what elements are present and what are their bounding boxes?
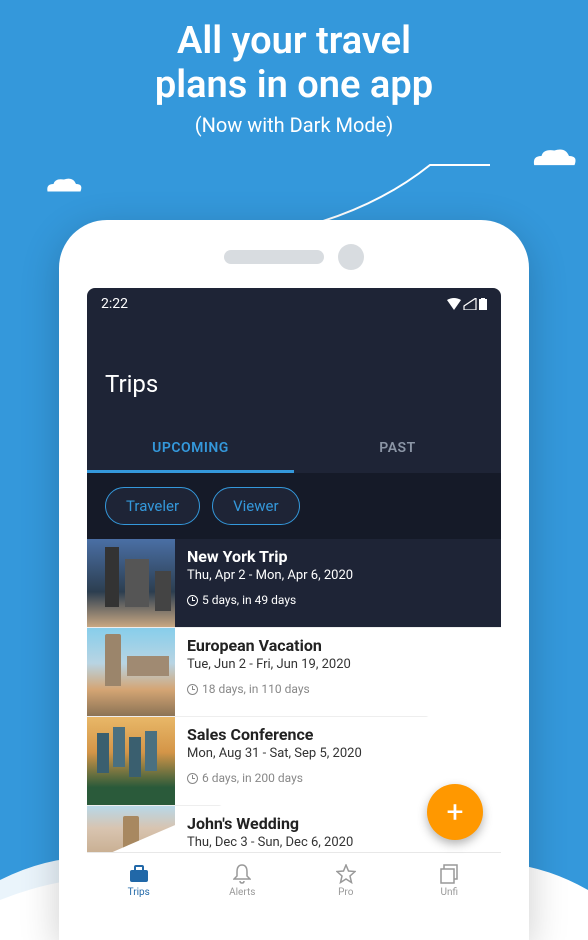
add-trip-fab[interactable]: +	[427, 784, 483, 840]
nav-pro[interactable]: Pro	[294, 853, 398, 908]
trip-thumbnail	[87, 628, 175, 716]
clock-icon	[187, 773, 198, 784]
trip-dates: Mon, Aug 31 - Sat, Sep 5, 2020	[187, 746, 489, 761]
briefcase-icon	[128, 863, 150, 885]
clock-icon	[187, 684, 198, 695]
trip-meta: 6 days, in 200 days	[187, 771, 489, 785]
phone-frame: 2:22 Trips UPCOMING PAST Traveler Viewer	[59, 220, 529, 940]
signal-icon	[463, 298, 477, 310]
bell-icon	[231, 863, 253, 885]
tab-upcoming[interactable]: UPCOMING	[87, 426, 294, 473]
hero-title: All your travel plans in one app	[0, 20, 588, 107]
nav-unfiled[interactable]: Unfi	[398, 853, 502, 908]
wifi-icon	[447, 298, 461, 310]
chip-viewer[interactable]: Viewer	[212, 487, 299, 525]
stack-icon	[438, 863, 460, 885]
cloud-decor	[40, 175, 85, 198]
cloud-decor	[525, 145, 580, 173]
trip-thumbnail	[87, 539, 175, 627]
hero: All your travel plans in one app (Now wi…	[0, 0, 588, 137]
speaker	[224, 250, 324, 264]
trip-thumbnail	[87, 717, 175, 805]
bottom-nav: Trips Alerts Pro Unfi	[87, 852, 501, 908]
phone-hardware	[59, 220, 529, 288]
star-icon	[335, 863, 357, 885]
trip-dates: Tue, Jun 2 - Fri, Jun 19, 2020	[187, 657, 489, 672]
trip-title: Sales Conference	[187, 725, 489, 744]
filter-chips: Traveler Viewer	[87, 473, 501, 539]
nav-label: Unfi	[440, 887, 458, 898]
trip-item[interactable]: European Vacation Tue, Jun 2 - Fri, Jun …	[87, 628, 501, 717]
nav-label: Pro	[338, 887, 353, 898]
tab-past[interactable]: PAST	[294, 426, 501, 473]
dark-header: 2:22 Trips UPCOMING PAST Traveler Viewer	[87, 288, 501, 539]
status-time: 2:22	[101, 296, 128, 312]
camera	[338, 244, 364, 270]
clock-icon	[187, 595, 198, 606]
trip-dates: Thu, Apr 2 - Mon, Apr 6, 2020	[187, 568, 489, 583]
status-bar: 2:22	[87, 288, 501, 320]
nav-label: Alerts	[229, 887, 255, 898]
nav-label: Trips	[128, 887, 150, 898]
nav-alerts[interactable]: Alerts	[191, 853, 295, 908]
trip-title: European Vacation	[187, 636, 489, 655]
trip-item[interactable]: New York Trip Thu, Apr 2 - Mon, Apr 6, 2…	[87, 539, 501, 628]
trip-title: New York Trip	[187, 547, 489, 566]
hero-subtitle: (Now with Dark Mode)	[0, 113, 588, 137]
page-title: Trips	[87, 320, 501, 426]
battery-icon	[479, 298, 487, 310]
nav-trips[interactable]: Trips	[87, 853, 191, 908]
screen: 2:22 Trips UPCOMING PAST Traveler Viewer	[87, 288, 501, 908]
trip-meta: 18 days, in 110 days	[187, 682, 489, 696]
status-icons	[447, 298, 487, 310]
plus-icon: +	[446, 795, 463, 830]
tabs: UPCOMING PAST	[87, 426, 501, 473]
trip-meta: 5 days, in 49 days	[187, 593, 489, 607]
chip-traveler[interactable]: Traveler	[105, 487, 200, 525]
